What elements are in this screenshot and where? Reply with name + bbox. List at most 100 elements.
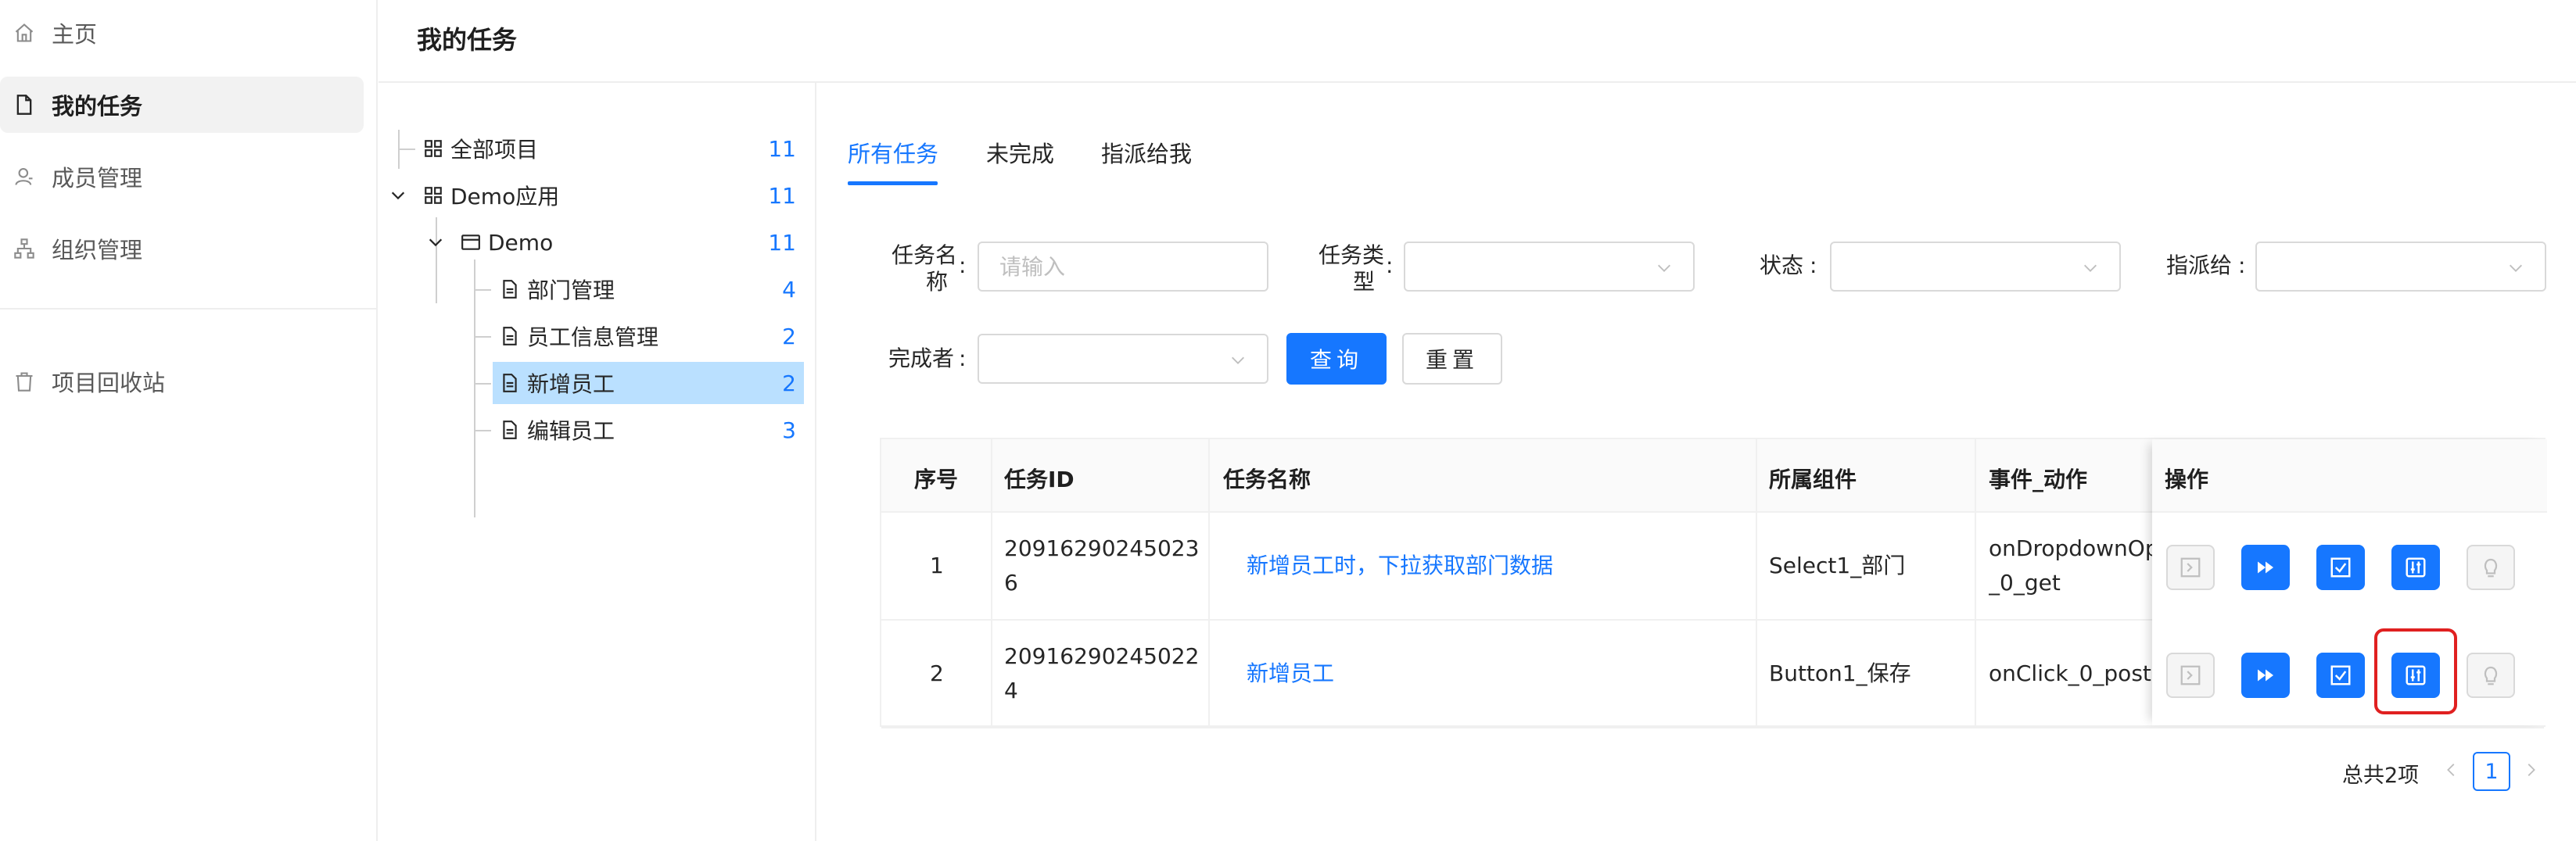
column-header: 事件_动作	[1989, 467, 2088, 492]
org-icon	[13, 237, 36, 260]
row-index: 2	[930, 660, 944, 686]
event-action: onDropdownOpe _0_get	[1989, 535, 2153, 596]
page-header: 我的任务	[379, 0, 2576, 83]
tree-node-add-employee[interactable]: 新增员工 2	[493, 362, 804, 404]
tree-node-count: 2	[782, 370, 796, 396]
tree-line	[474, 289, 491, 291]
form-colon: :	[1386, 252, 1394, 278]
task-type-label: 任务类 型	[1318, 242, 1384, 295]
tree-line	[474, 259, 475, 517]
tree-node-dept-management[interactable]: 部门管理 4	[493, 268, 796, 310]
pagination-page[interactable]: 1	[2473, 752, 2510, 791]
tree-node-demo[interactable]: Demo 11	[460, 221, 796, 263]
file-icon	[13, 93, 36, 116]
check-square-icon	[2330, 557, 2351, 578]
status-label: 状态	[1760, 252, 1804, 278]
home-icon	[13, 21, 36, 45]
tree-node-label: 全部项目	[450, 137, 539, 163]
tree-node-count: 4	[782, 276, 796, 302]
query-button[interactable]: 查询	[1286, 333, 1387, 385]
trash-icon	[13, 370, 36, 393]
appstore-icon	[422, 184, 444, 206]
assignee-label: 指派给	[2166, 252, 2233, 278]
caret-down-icon[interactable]	[427, 234, 444, 251]
component-name: Button1_保存	[1769, 660, 1911, 686]
sidebar-item-recycle-bin[interactable]: 项目回收站	[0, 353, 364, 410]
tree-node-employee-info[interactable]: 员工信息管理 2	[493, 315, 796, 357]
page-title: 我的任务	[417, 25, 518, 55]
sidebar-item-label: 我的任务	[52, 93, 143, 120]
check-square-icon	[2330, 665, 2351, 685]
chevron-left-icon[interactable]	[2443, 761, 2460, 778]
sidebar-item-label: 主页	[52, 21, 98, 48]
caret-down-icon[interactable]	[389, 187, 407, 204]
task-name-field[interactable]	[979, 243, 1267, 290]
fast-forward-button[interactable]	[2241, 653, 2290, 698]
chevron-right-icon[interactable]	[2522, 761, 2539, 778]
settings-button[interactable]	[2391, 545, 2440, 590]
form-colon: :	[959, 345, 967, 371]
sidebar-item-my-tasks[interactable]: 我的任务	[0, 77, 364, 133]
tree-line	[474, 383, 491, 385]
tree-node-demo-app[interactable]: Demo应用 11	[422, 174, 796, 217]
sidebar-item-label: 组织管理	[52, 237, 143, 263]
task-name-label: 任务名 称	[891, 242, 957, 295]
tab-incomplete[interactable]: 未完成	[986, 136, 1054, 169]
chevron-down-icon	[1232, 356, 1244, 364]
sidebar-item-label: 项目回收站	[52, 370, 166, 396]
sidebar-item-home[interactable]: 主页	[0, 5, 364, 61]
tab-ink-bar	[848, 181, 938, 185]
task-id: 20916290245023 6	[1004, 535, 1200, 596]
complete-button[interactable]	[2316, 545, 2365, 590]
task-id: 20916290245022 4	[1004, 643, 1200, 703]
tab-assigned-to-me[interactable]: 指派给我	[1101, 136, 1192, 169]
run-disabled-button[interactable]	[2166, 545, 2215, 590]
tree-line	[474, 430, 491, 431]
sidebar: 主页 我的任务 成员管理 组织管理 项目回收站	[0, 0, 378, 841]
fast-forward-icon	[2258, 561, 2273, 574]
task-name-link[interactable]: 新增员工	[1247, 657, 1334, 691]
column-header: 任务名称	[1223, 467, 1311, 492]
file-icon	[499, 325, 521, 347]
sidebar-item-label: 成员管理	[52, 165, 143, 191]
sidebar-divider	[0, 308, 377, 310]
event-action: onClick_0_post	[1989, 660, 2151, 686]
status-select[interactable]	[1830, 242, 2121, 292]
tab-all-tasks[interactable]: 所有任务	[848, 136, 938, 169]
tree-line	[398, 149, 415, 150]
task-type-select[interactable]	[1404, 242, 1695, 292]
task-name-input[interactable]	[978, 242, 1268, 292]
settings-sliders-icon	[2406, 557, 2426, 578]
pagination-total: 总共2项	[2342, 764, 2420, 788]
fast-forward-button[interactable]	[2241, 545, 2290, 590]
tree-node-label: 新增员工	[527, 371, 615, 397]
tree-node-count: 11	[768, 182, 796, 209]
column-header: 任务ID	[1004, 467, 1075, 492]
tree-node-edit-employee[interactable]: 编辑员工 3	[493, 409, 796, 451]
tree-node-label: Demo	[488, 229, 554, 256]
sidebar-item-members[interactable]: 成员管理	[0, 149, 364, 205]
actions-header: 操作	[2152, 439, 2547, 513]
hint-button[interactable]	[2467, 653, 2515, 698]
hint-button[interactable]	[2467, 545, 2515, 590]
file-icon	[499, 278, 521, 300]
tree-node-label: Demo应用	[450, 184, 560, 209]
completer-label: 完成者	[888, 345, 955, 371]
project-tree: 全部项目 11 Demo应用 11 Demo 11 部门管理 4 员工信息管理 …	[379, 83, 816, 841]
file-icon	[499, 372, 521, 394]
tree-line	[474, 336, 491, 338]
complete-button[interactable]	[2316, 653, 2365, 698]
chevron-down-icon	[2510, 264, 2522, 272]
file-icon	[499, 419, 521, 441]
completer-select[interactable]	[978, 334, 1268, 384]
run-disabled-button[interactable]	[2166, 653, 2215, 698]
fast-forward-icon	[2258, 669, 2273, 682]
sidebar-item-organization[interactable]: 组织管理	[0, 220, 364, 277]
appstore-icon	[422, 138, 444, 159]
assignee-select[interactable]	[2255, 242, 2546, 292]
task-name-link[interactable]: 新增员工时，下拉获取部门数据	[1247, 549, 1553, 583]
reset-button[interactable]: 重置	[1402, 333, 1502, 385]
highlight-annotation	[2374, 628, 2457, 714]
tree-node-all-projects[interactable]: 全部项目 11	[422, 127, 796, 170]
window-icon	[460, 231, 482, 253]
